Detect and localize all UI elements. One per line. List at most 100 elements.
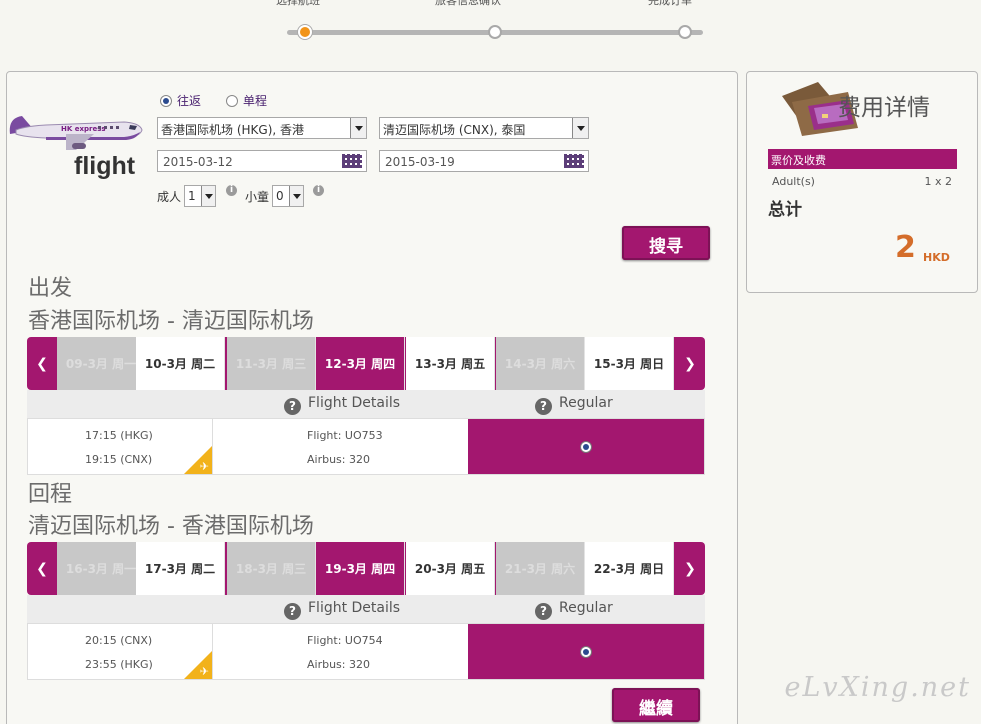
chevron-right-icon[interactable]: ❯	[675, 337, 705, 390]
fees-adult-label: Adult(s)	[772, 175, 815, 188]
outbound-route: 香港国际机场 - 清迈国际机场	[28, 309, 314, 334]
flight-logo-text: flight	[74, 152, 136, 180]
watermark: eLvXing.net	[784, 672, 971, 703]
inbound-flight-row: 20:15 (CNX) 23:55 (HKG) ✈ Flight: UO754 …	[27, 623, 705, 680]
step-label-1: 选择航班	[276, 0, 320, 7]
chevron-left-icon[interactable]: ❮	[27, 337, 57, 390]
calendar-icon[interactable]	[564, 154, 584, 168]
inbound-fare-radio[interactable]	[580, 646, 592, 658]
plane-icon: ✈	[199, 460, 209, 473]
chevron-right-icon[interactable]: ❯	[675, 542, 705, 595]
inbound-flight-details-link[interactable]: ? Flight Details	[284, 600, 400, 620]
chevron-down-icon[interactable]	[572, 118, 588, 138]
outbound-date-4[interactable]: 13-3月 周五	[406, 337, 495, 390]
child-count-value: 0	[276, 189, 284, 203]
outbound-date-3[interactable]: 12-3月 周四	[316, 337, 405, 390]
adult-count-group: 成人 1	[157, 185, 217, 207]
destination-select[interactable]: 清迈国际机场 (CNX), 泰国	[379, 117, 589, 139]
step-label-3: 完成订单	[648, 0, 692, 7]
outbound-date-5[interactable]: 14-3月 周六	[496, 337, 585, 390]
outbound-arrive-time: 19:15 (CNX)	[85, 453, 153, 466]
progress-step-2	[488, 25, 502, 39]
roundtrip-option[interactable]: 往返	[160, 92, 201, 109]
outbound-date-2[interactable]: 11-3月 周三	[227, 337, 316, 390]
progress-step-1	[298, 25, 312, 39]
inbound-date-1[interactable]: 17-3月 周二	[136, 542, 225, 595]
calendar-icon[interactable]	[342, 154, 362, 168]
outbound-heading: 出发	[28, 276, 73, 301]
oneway-option[interactable]: 单程	[226, 92, 267, 109]
origin-value: 香港国际机场 (HKG), 香港	[161, 123, 304, 137]
inbound-heading: 回程	[28, 482, 73, 507]
child-count-select[interactable]: 0	[272, 185, 305, 207]
outbound-flight-details-link[interactable]: ? Flight Details	[284, 395, 400, 415]
adult-label: 成人	[157, 189, 182, 204]
roundtrip-radio[interactable]	[160, 94, 172, 107]
outbound-depart-time: 17:15 (HKG)	[85, 429, 153, 442]
adult-count-select[interactable]: 1	[184, 185, 217, 207]
question-icon: ?	[284, 398, 301, 415]
outbound-flight-number: Flight: UO753	[307, 429, 383, 442]
outbound-fare-radio[interactable]	[580, 441, 592, 453]
progress-step-3	[678, 25, 692, 39]
inbound-date-5[interactable]: 21-3月 周六	[496, 542, 585, 595]
chevron-down-icon[interactable]	[350, 118, 366, 138]
progress-bar	[287, 25, 703, 39]
origin-select[interactable]: 香港国际机场 (HKG), 香港	[157, 117, 367, 139]
outbound-date-strip: ❮ 09-3月 周一 10-3月 周二 11-3月 周三 12-3月 周四 13…	[27, 337, 705, 390]
adult-info-icon[interactable]: i	[226, 185, 237, 196]
total-label: 总计	[768, 200, 802, 220]
outbound-date-0[interactable]: 09-3月 周一	[57, 337, 146, 390]
chevron-down-icon[interactable]	[289, 186, 304, 206]
chevron-left-icon[interactable]: ❮	[27, 542, 57, 595]
inbound-date-0[interactable]: 16-3月 周一	[57, 542, 146, 595]
inbound-date-3[interactable]: 19-3月 周四	[316, 542, 405, 595]
outbound-flight-row: 17:15 (HKG) 19:15 (CNX) ✈ Flight: UO753 …	[27, 418, 705, 475]
inbound-arrive-time: 23:55 (HKG)	[85, 658, 153, 671]
oneway-radio[interactable]	[226, 94, 238, 107]
plane-icon: ✈	[199, 665, 209, 678]
step-label-2: 旅客信息确认	[435, 0, 501, 7]
inbound-aircraft: Airbus: 320	[307, 658, 370, 671]
fees-adult-qty: 1 x 2	[924, 175, 953, 188]
child-count-group: 小童 0	[245, 185, 305, 207]
inbound-fare-cell[interactable]	[468, 624, 704, 679]
inbound-date-4[interactable]: 20-3月 周五	[406, 542, 495, 595]
continue-button[interactable]: 繼續	[612, 688, 700, 722]
inbound-date-6[interactable]: 22-3月 周日	[585, 542, 674, 595]
adult-count-value: 1	[188, 189, 196, 203]
outbound-fare-cell[interactable]	[468, 419, 704, 474]
depart-date-field[interactable]: 2015-03-12	[157, 150, 367, 172]
inbound-date-2[interactable]: 18-3月 周三	[227, 542, 316, 595]
inbound-fare-header: ? Regular	[535, 600, 613, 620]
outbound-aircraft: Airbus: 320	[307, 453, 370, 466]
destination-value: 清迈国际机场 (CNX), 泰国	[383, 123, 526, 137]
inbound-date-strip: ❮ 16-3月 周一 17-3月 周二 18-3月 周三 19-3月 周四 20…	[27, 542, 705, 595]
outbound-date-1[interactable]: 10-3月 周二	[136, 337, 225, 390]
inbound-flight-number: Flight: UO754	[307, 634, 383, 647]
fees-section-header: 票价及收费	[768, 149, 957, 169]
fees-title: 费用详情	[838, 95, 930, 121]
question-icon: ?	[284, 603, 301, 620]
inbound-route: 清迈国际机场 - 香港国际机场	[28, 514, 314, 539]
oneway-label: 单程	[243, 94, 268, 108]
return-date-value: 2015-03-19	[385, 155, 455, 169]
inbound-depart-time: 20:15 (CNX)	[85, 634, 153, 647]
outbound-fare-header: ? Regular	[535, 395, 613, 415]
progress-labels: 选择航班 旅客信息确认 完成订单	[270, 0, 730, 7]
depart-date-value: 2015-03-12	[163, 155, 233, 169]
inbound-detail-bar: ? Flight Details ? Regular	[27, 595, 705, 623]
currency-label: HKD	[923, 251, 950, 264]
chevron-down-icon[interactable]	[201, 186, 216, 206]
outbound-detail-bar: ? Flight Details ? Regular	[27, 390, 705, 418]
total-amount: 2	[895, 230, 916, 265]
plane-logo: HK express	[9, 116, 143, 150]
question-icon[interactable]: ?	[535, 398, 552, 415]
child-label: 小童	[245, 189, 270, 204]
question-icon[interactable]: ?	[535, 603, 552, 620]
search-button[interactable]: 搜寻	[622, 226, 710, 260]
fees-adult-row: Adult(s) 1 x 2	[772, 175, 952, 188]
child-info-icon[interactable]: i	[313, 185, 324, 196]
outbound-date-6[interactable]: 15-3月 周日	[585, 337, 674, 390]
return-date-field[interactable]: 2015-03-19	[379, 150, 589, 172]
